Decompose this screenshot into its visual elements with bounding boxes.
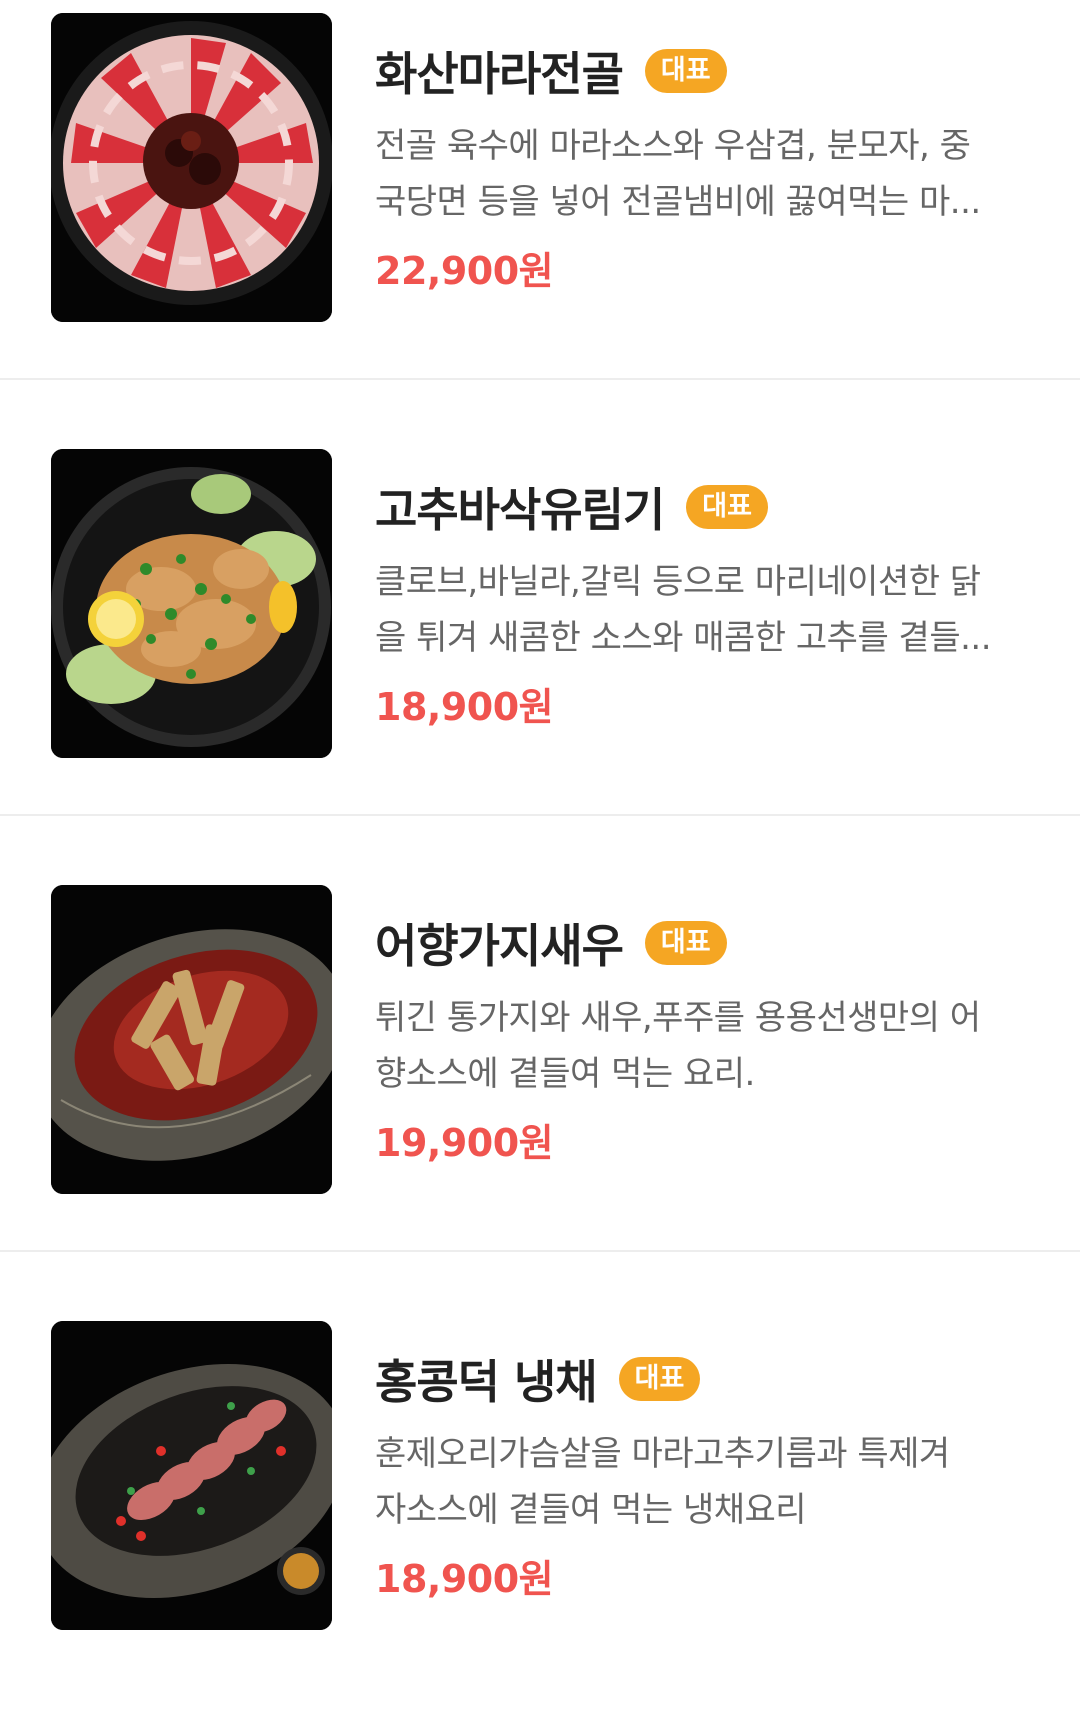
menu-item[interactable]: 화산마라전골 대표 전골 육수에 마라소스와 우삼겹, 분모자, 중 국당면 등… [0, 0, 1080, 413]
item-title-row: 어향가지새우 대표 [375, 908, 727, 978]
signature-badge: 대표 [644, 49, 727, 93]
item-name: 고추바삭유림기 [375, 483, 665, 537]
item-description: 튀긴 통가지와 새우,푸주를 용용선생만의 어 향소스에 곁들여 먹는 요리. [375, 990, 1035, 1102]
item-price: 19,900원 [375, 1121, 554, 1165]
signature-badge: 대표 [618, 1357, 701, 1401]
item-price: 18,900원 [375, 1557, 554, 1601]
divider [0, 814, 1080, 816]
description-line: 을 튀겨 새콤한 소스와 매콤한 고추를 곁들... [375, 618, 992, 658]
duck-salad-photo[interactable] [51, 1321, 332, 1630]
description-line: 튀긴 통가지와 새우,푸주를 용용선생만의 어 [375, 998, 981, 1038]
divider [0, 378, 1080, 380]
description-line: 국당면 등을 넣어 전골냄비에 끓여먹는 마... [375, 182, 981, 222]
description-line: 클로브,바닐라,갈릭 등으로 마리네이션한 닭 [375, 562, 981, 602]
eggplant-shrimp-photo[interactable] [51, 885, 332, 1194]
menu-item[interactable]: 어향가지새우 대표 튀긴 통가지와 새우,푸주를 용용선생만의 어 향소스에 곁… [0, 850, 1080, 1285]
item-name: 홍콩덕 냉채 [375, 1355, 598, 1409]
item-description: 클로브,바닐라,갈릭 등으로 마리네이션한 닭 을 튀겨 새콤한 소스와 매콤한… [375, 554, 1035, 666]
item-description: 전골 육수에 마라소스와 우삼겹, 분모자, 중 국당면 등을 넣어 전골냄비에… [375, 118, 1035, 230]
item-title-row: 화산마라전골 대표 [375, 36, 727, 106]
item-title-row: 고추바삭유림기 대표 [375, 472, 768, 542]
description-line: 전골 육수에 마라소스와 우삼겹, 분모자, 중 [375, 126, 971, 166]
item-price: 18,900원 [375, 685, 554, 729]
item-price: 22,900원 [375, 249, 554, 293]
signature-badge: 대표 [644, 921, 727, 965]
divider [0, 1250, 1080, 1252]
item-description: 훈제오리가슴살을 마라고추기름과 특제겨 자소스에 곁들여 먹는 냉채요리 [375, 1426, 1035, 1538]
item-title-row: 홍콩덕 냉채 대표 [375, 1344, 701, 1414]
description-line: 향소스에 곁들여 먹는 요리. [375, 1054, 755, 1094]
item-name: 화산마라전골 [375, 47, 624, 101]
description-line: 훈제오리가슴살을 마라고추기름과 특제겨 [375, 1434, 950, 1474]
mala-hotpot-photo[interactable] [51, 13, 332, 322]
menu-item[interactable]: 홍콩덕 냉채 대표 훈제오리가슴살을 마라고추기름과 특제겨 자소스에 곁들여 … [0, 1286, 1080, 1721]
signature-badge: 대표 [686, 485, 768, 529]
description-line: 자소스에 곁들여 먹는 냉채요리 [375, 1490, 807, 1530]
item-name: 어향가지새우 [375, 919, 624, 973]
fried-chicken-photo[interactable] [51, 449, 332, 758]
menu-item[interactable]: 고추바삭유림기 대표 클로브,바닐라,갈릭 등으로 마리네이션한 닭 을 튀겨 … [0, 414, 1080, 849]
